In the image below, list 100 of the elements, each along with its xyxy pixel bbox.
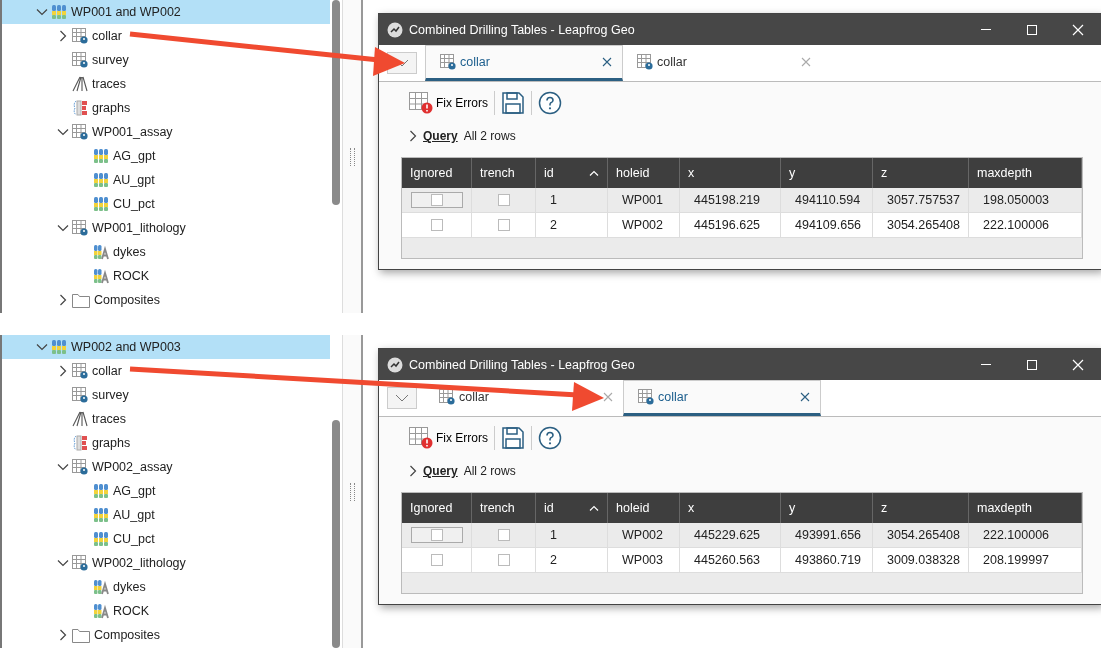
tab-list-button[interactable] <box>387 387 417 409</box>
fix-errors-button[interactable]: Fix Errors <box>409 427 488 449</box>
app-logo-icon <box>387 21 403 38</box>
tree-item-label[interactable]: dykes <box>113 245 146 259</box>
tree-item-label[interactable]: dykes <box>113 580 146 594</box>
tab[interactable]: collar <box>425 45 623 81</box>
table-cell: 3057.757537 <box>887 193 960 207</box>
interval-columns-icon <box>93 507 109 523</box>
table-cell: 222.100006 <box>983 218 1050 232</box>
chevron-down-icon[interactable] <box>57 557 69 569</box>
chevron-down-icon[interactable] <box>36 6 48 18</box>
tree-item-label[interactable]: AG_gpt <box>113 484 156 498</box>
table-error-icon <box>409 92 433 114</box>
table-icon <box>72 220 88 236</box>
tree-item-label[interactable]: WP002_assay <box>92 460 173 474</box>
close-tab-icon[interactable] <box>602 57 612 67</box>
tree-item-label[interactable]: WP002 and WP003 <box>71 340 181 354</box>
save-button[interactable] <box>501 426 525 450</box>
table-cell: WP002 <box>622 218 663 232</box>
checkbox[interactable] <box>497 219 510 231</box>
splitter-grip[interactable] <box>349 482 355 501</box>
scrollbar-thumb[interactable] <box>332 0 340 205</box>
tree-item-label[interactable]: ROCK <box>113 269 150 283</box>
tree-item-label[interactable]: ROCK <box>113 604 150 618</box>
app-logo-icon <box>387 356 403 373</box>
query-toggle[interactable]: Query <box>409 129 458 143</box>
checkbox[interactable] <box>430 219 443 231</box>
tree-item-label[interactable]: Composites <box>94 628 160 642</box>
table-cell: 222.100006 <box>983 528 1050 542</box>
chevron-down-icon[interactable] <box>36 341 48 353</box>
drillhole-columns-icon <box>51 339 67 355</box>
table-icon <box>440 54 456 70</box>
table-cell: 3054.265408 <box>887 218 960 232</box>
tree-item-label[interactable]: survey <box>92 53 129 67</box>
checkbox[interactable] <box>430 194 443 206</box>
interval-columns-icon <box>93 531 109 547</box>
tree-item-label[interactable]: AU_gpt <box>113 173 155 187</box>
maximize-icon <box>1026 358 1038 371</box>
tree-item-label[interactable]: CU_pct <box>113 532 155 546</box>
query-toggle[interactable]: Query <box>409 464 458 478</box>
chevron-right-icon[interactable] <box>57 365 69 377</box>
folder-icon <box>72 627 90 643</box>
tree-item-label[interactable]: WP002_lithology <box>92 556 186 570</box>
checkbox[interactable] <box>430 529 443 541</box>
chevron-right-icon[interactable] <box>57 629 69 641</box>
chevron-right-icon[interactable] <box>57 294 69 306</box>
minimize-icon <box>981 364 991 365</box>
tree-item-label[interactable]: graphs <box>92 101 131 115</box>
table-icon <box>72 52 88 68</box>
help-icon <box>538 91 562 115</box>
table-cell: 445196.625 <box>694 218 761 232</box>
traces-icon <box>72 76 88 92</box>
table-cell: 3054.265408 <box>887 528 960 542</box>
chevron-down-icon[interactable] <box>57 461 69 473</box>
save-icon <box>501 426 525 450</box>
tree-item-label[interactable]: graphs <box>92 436 131 450</box>
chevron-down-icon[interactable] <box>57 126 69 138</box>
tab[interactable]: collar <box>623 45 821 81</box>
checkbox[interactable] <box>497 554 510 566</box>
window-title: Combined Drilling Tables - Leapfrog Geo <box>409 357 636 372</box>
close-tab-icon[interactable] <box>800 392 810 402</box>
checkbox[interactable] <box>497 194 510 206</box>
tree-item-label[interactable]: AU_gpt <box>113 508 155 522</box>
help-button[interactable] <box>538 426 562 450</box>
chevron-down-icon[interactable] <box>57 222 69 234</box>
splitter-grip[interactable] <box>349 147 355 166</box>
tree-item-label[interactable]: collar <box>92 364 122 378</box>
table-icon <box>72 387 88 403</box>
fix-errors-button[interactable]: Fix Errors <box>409 92 488 114</box>
table-cell: 2 <box>550 553 557 567</box>
graphs-icon <box>72 100 88 116</box>
interval-columns-icon <box>93 172 109 188</box>
tree-item-label[interactable]: AG_gpt <box>113 149 156 163</box>
checkbox[interactable] <box>430 554 443 566</box>
tree-item-label[interactable]: WP001_lithology <box>92 221 186 235</box>
tree-item-label[interactable]: CU_pct <box>113 197 155 211</box>
tab[interactable]: collar <box>623 380 821 416</box>
sort-ascending-icon <box>589 505 599 511</box>
checkbox[interactable] <box>497 529 510 541</box>
table-icon <box>72 363 88 379</box>
table-icon <box>72 28 88 44</box>
tree-item-label[interactable]: traces <box>92 77 127 91</box>
table-cell: 208.199997 <box>983 553 1050 567</box>
save-button[interactable] <box>501 91 525 115</box>
help-button[interactable] <box>538 91 562 115</box>
tree-item-label[interactable]: WP001 and WP002 <box>71 5 181 19</box>
table-icon <box>637 53 653 70</box>
row-count-text: All 2 rows <box>463 464 516 478</box>
tree-item-label[interactable]: traces <box>92 412 127 426</box>
graphs-icon <box>72 435 88 451</box>
window-title: Combined Drilling Tables - Leapfrog Geo <box>409 22 636 37</box>
tree-item-label[interactable]: WP001_assay <box>92 125 173 139</box>
tree-item-label[interactable]: Composites <box>94 293 160 307</box>
tree-item-label[interactable]: collar <box>92 29 122 43</box>
tree-item-label[interactable]: survey <box>92 388 129 402</box>
table-cell: 198.050003 <box>983 193 1050 207</box>
chevron-right-icon[interactable] <box>57 30 69 42</box>
table-cell: 1 <box>550 528 557 542</box>
traces-icon <box>72 411 88 427</box>
scrollbar-thumb[interactable] <box>332 420 340 648</box>
